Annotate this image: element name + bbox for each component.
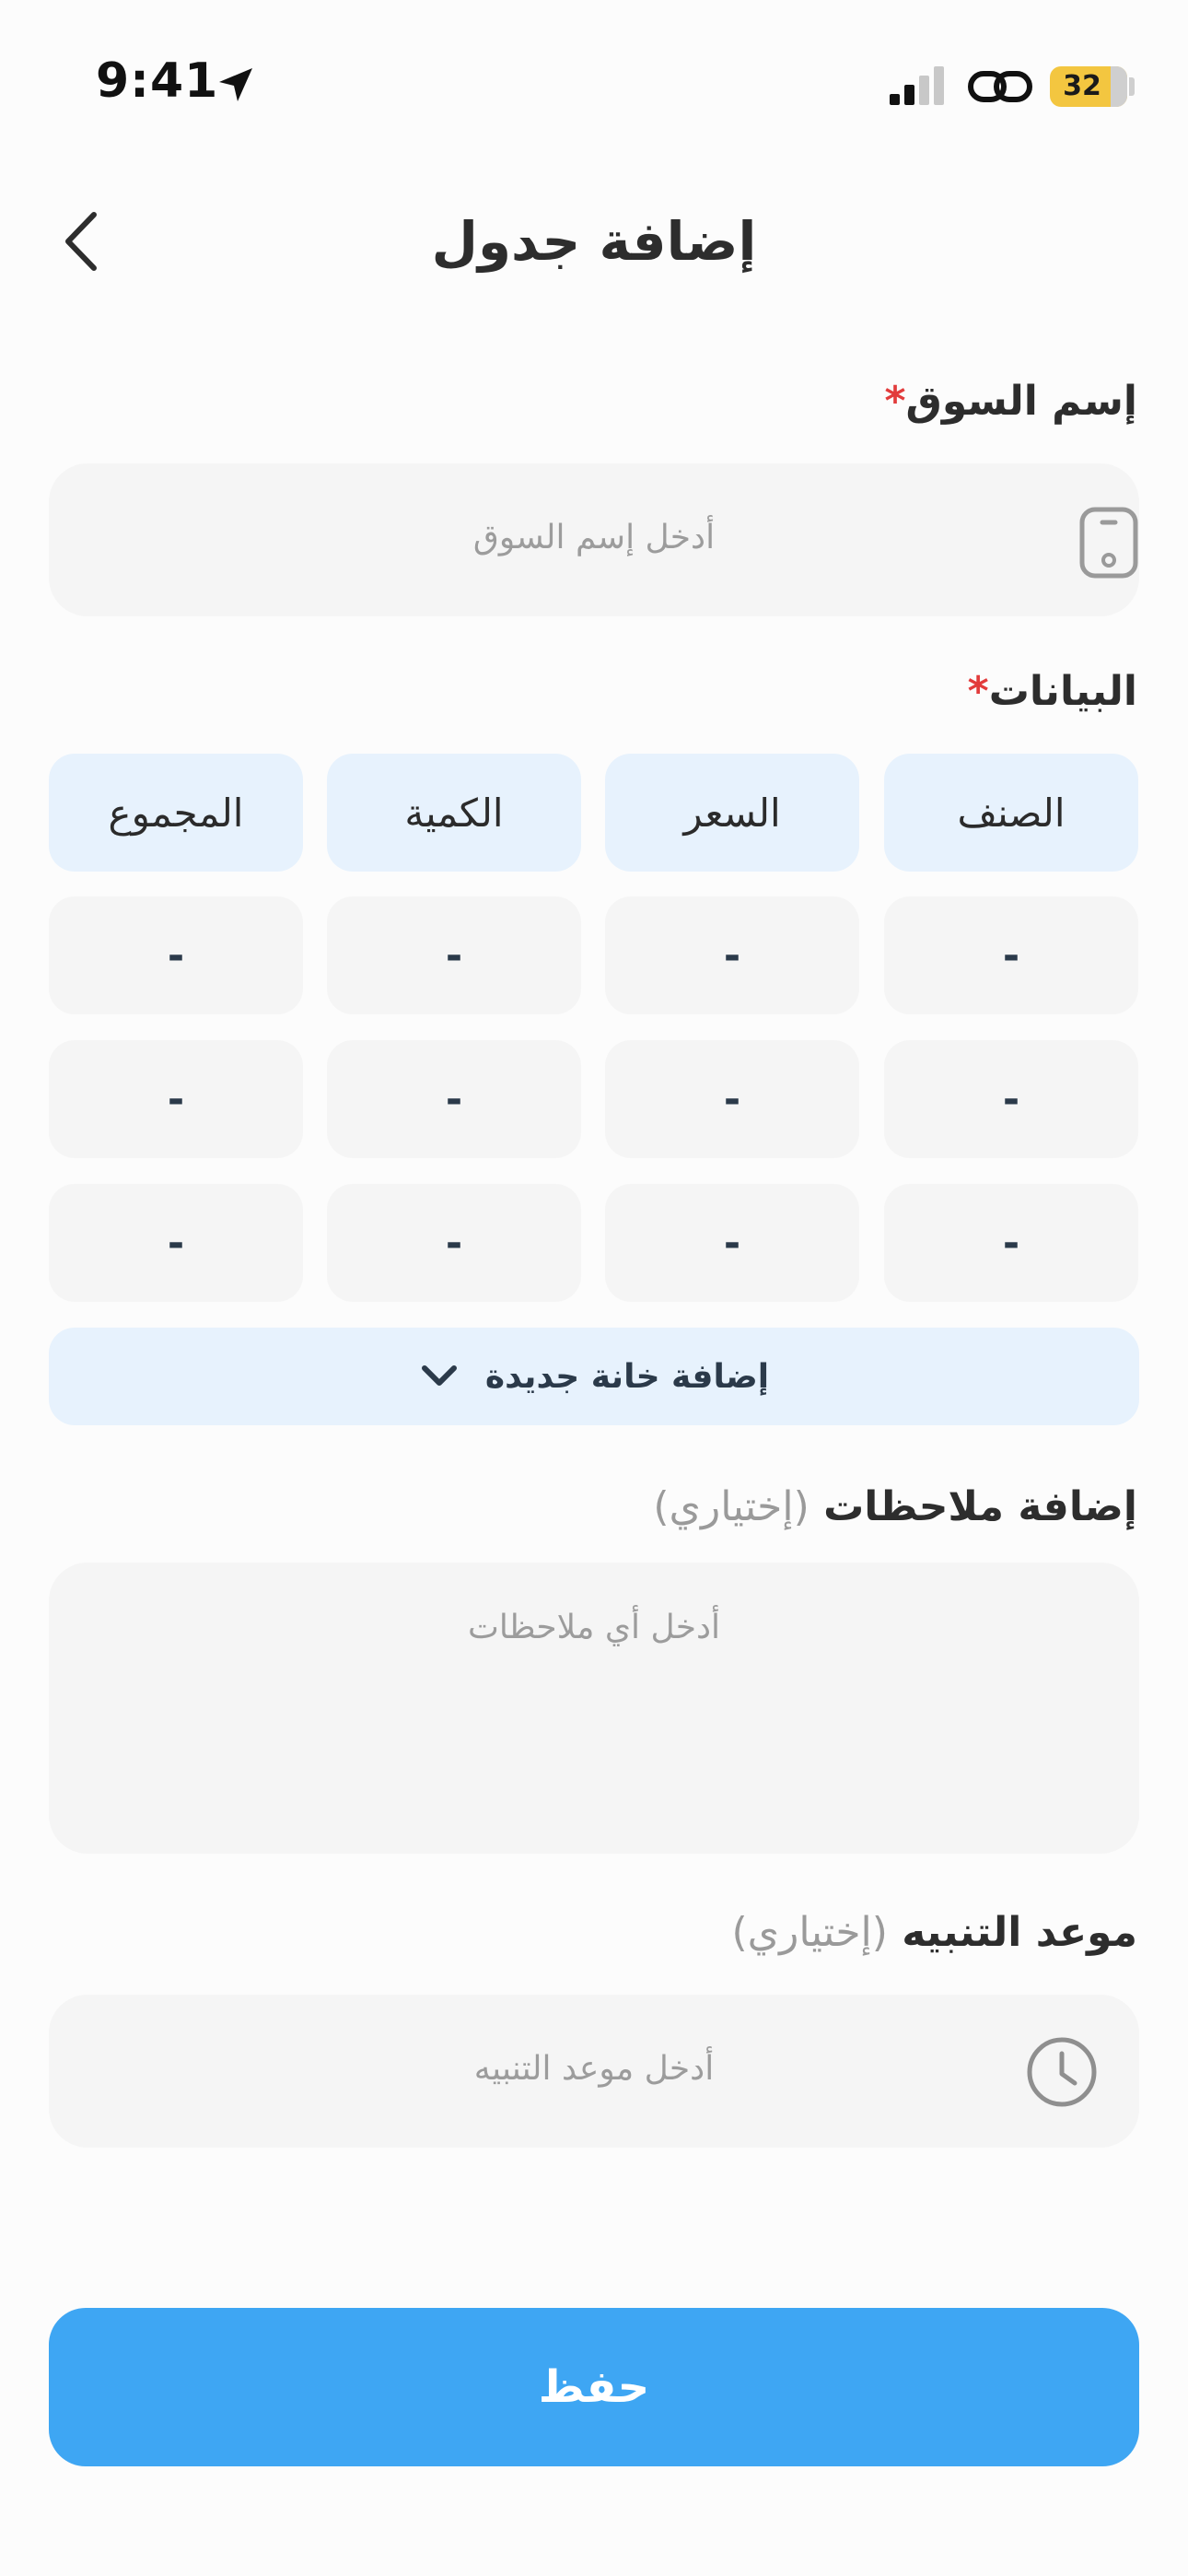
table-cell[interactable]: - xyxy=(49,1040,303,1158)
table-cell[interactable]: - xyxy=(49,1184,303,1302)
notes-label-text: إضافة ملاحظات xyxy=(823,1483,1137,1530)
market-name-label-text: إسم السوق xyxy=(905,378,1137,425)
battery-cap xyxy=(1129,77,1135,96)
column-header-price: السعر xyxy=(605,754,859,872)
reminder-placeholder: أدخل موعد التنبيه xyxy=(473,2050,715,2088)
notes-textarea[interactable]: أدخل أي ملاحظات xyxy=(49,1563,1139,1854)
table-cell[interactable]: - xyxy=(49,896,303,1014)
clock-icon[interactable] xyxy=(1025,2035,1099,2109)
link-icon xyxy=(968,71,1032,102)
table-cell[interactable]: - xyxy=(884,896,1138,1014)
add-row-label: إضافة خانة جديدة xyxy=(484,1357,770,1396)
table-cell[interactable]: - xyxy=(605,1184,859,1302)
battery-level: 32 xyxy=(1063,70,1101,102)
reminder-time-input[interactable]: أدخل موعد التنبيه xyxy=(49,1995,1139,2148)
column-header-item: الصنف xyxy=(884,754,1138,872)
add-row-button[interactable]: إضافة خانة جديدة xyxy=(49,1328,1139,1425)
market-name-label: إسم السوق* xyxy=(885,378,1138,425)
notes-label: إضافة ملاحظات (إختياري) xyxy=(653,1483,1137,1530)
back-button[interactable] xyxy=(55,205,107,278)
table-cell[interactable]: - xyxy=(605,1040,859,1158)
table-cell[interactable]: - xyxy=(884,1040,1138,1158)
reminder-label-text: موعد التنبيه xyxy=(902,1909,1137,1956)
phone-icon xyxy=(1079,507,1138,579)
reminder-label: موعد التنبيه (إختياري) xyxy=(732,1909,1137,1956)
table-cell[interactable]: - xyxy=(327,1040,581,1158)
battery-indicator: 32 xyxy=(1050,66,1127,107)
required-mark: * xyxy=(884,378,906,425)
notes-placeholder: أدخل أي ملاحظات xyxy=(467,1609,721,1646)
required-mark: * xyxy=(967,668,989,715)
optional-tag: (إختياري) xyxy=(731,1909,888,1956)
page-title: إضافة جدول xyxy=(431,210,757,273)
optional-tag: (إختياري) xyxy=(653,1483,809,1530)
table-cell[interactable]: - xyxy=(327,1184,581,1302)
market-name-input[interactable]: أدخل إسم السوق xyxy=(49,463,1139,616)
column-header-quantity: الكمية xyxy=(327,754,581,872)
status-bar: 9:41 32 xyxy=(0,0,1188,166)
market-name-placeholder: أدخل إسم السوق xyxy=(472,519,716,556)
table-cell[interactable]: - xyxy=(884,1184,1138,1302)
table-cell[interactable]: - xyxy=(327,896,581,1014)
data-table-label: البيانات* xyxy=(968,668,1137,715)
cellular-signal-icon xyxy=(890,66,944,105)
data-table-label-text: البيانات xyxy=(988,668,1137,715)
save-button[interactable]: حفظ xyxy=(49,2308,1139,2466)
location-arrow-icon xyxy=(219,68,252,101)
chevron-down-icon xyxy=(421,1365,457,1386)
table-cell[interactable]: - xyxy=(605,896,859,1014)
column-header-total: المجموع xyxy=(49,754,303,872)
status-time: 9:41 xyxy=(96,53,219,109)
chevron-left-icon xyxy=(65,212,97,271)
